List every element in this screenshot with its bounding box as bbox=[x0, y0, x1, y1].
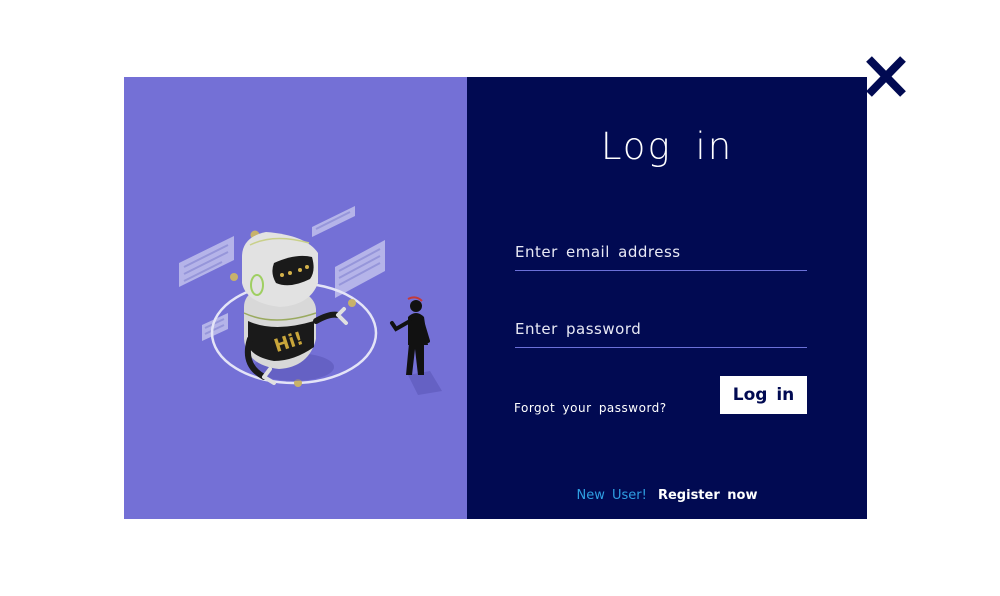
password-field[interactable] bbox=[515, 311, 807, 348]
chat-bubble bbox=[312, 206, 355, 237]
close-icon bbox=[866, 56, 906, 97]
illustration-panel: Hi! bbox=[124, 77, 467, 519]
login-modal: Hi! Log in Enter email address Forgot yo… bbox=[124, 77, 867, 519]
register-prompt: New User! Register now bbox=[467, 488, 867, 503]
page: Hi! Log in Enter email address Forgot yo… bbox=[0, 0, 1000, 596]
robot: Hi! bbox=[242, 232, 348, 385]
robot-illustration: Hi! bbox=[179, 206, 442, 395]
login-form-panel: Log in Forgot your password? Log in New … bbox=[467, 77, 867, 519]
register-link[interactable]: Register now bbox=[658, 488, 758, 503]
chat-bubble bbox=[179, 236, 234, 287]
chat-bubble bbox=[335, 240, 385, 298]
new-user-text: New User! bbox=[576, 488, 647, 503]
login-button[interactable]: Log in bbox=[720, 376, 807, 414]
email-field[interactable] bbox=[515, 234, 807, 271]
page-title: Log in bbox=[600, 125, 734, 168]
forgot-password-link[interactable]: Forgot your password? bbox=[514, 401, 667, 415]
person-figure bbox=[390, 296, 442, 395]
close-button[interactable] bbox=[864, 55, 908, 99]
